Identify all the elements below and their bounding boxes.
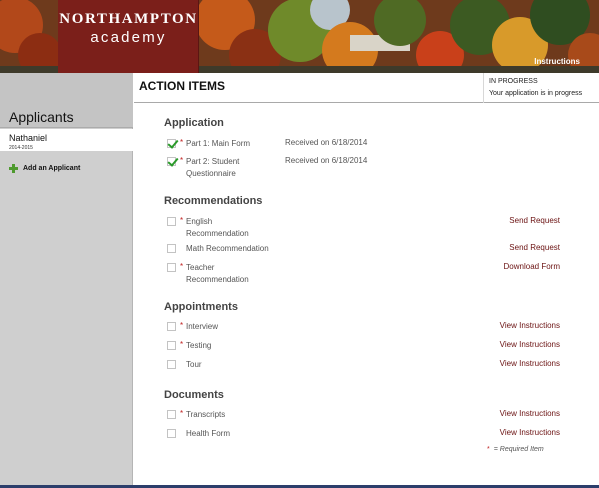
- view-instructions-link[interactable]: View Instructions: [500, 340, 560, 349]
- item-label: Testing: [186, 341, 212, 350]
- item-checkbox[interactable]: [167, 341, 176, 350]
- item-label-line2: Questionnaire: [186, 169, 236, 178]
- status-title: IN PROGRESS: [489, 78, 538, 85]
- main-header: ACTION ITEMS IN PROGRESS Your applicatio…: [134, 73, 599, 103]
- received-status: Received on 6/18/2014: [285, 138, 368, 147]
- required-marker: *: [180, 340, 184, 349]
- status-text: Your application is in progress: [489, 90, 583, 97]
- logo-text-top: NORTHAMPTON: [59, 11, 198, 27]
- view-instructions-link[interactable]: View Instructions: [500, 359, 560, 368]
- view-instructions-link[interactable]: View Instructions: [500, 409, 560, 418]
- required-marker: *: [180, 321, 184, 330]
- item-checkbox[interactable]: [167, 410, 176, 419]
- view-instructions-link[interactable]: View Instructions: [500, 428, 560, 437]
- sidebar-heading: Applicants: [0, 73, 133, 128]
- view-instructions-link[interactable]: View Instructions: [500, 321, 560, 330]
- legend-star: *: [487, 446, 490, 453]
- add-applicant-button[interactable]: Add an Applicant: [9, 162, 80, 174]
- item-checkbox[interactable]: [167, 322, 176, 331]
- applicant-item[interactable]: Nathaniel 2014-2015: [0, 129, 133, 151]
- add-applicant-label: Add an Applicant: [23, 164, 81, 172]
- item-label: Part 2: Student Questionnaire: [186, 156, 239, 180]
- applicant-name: Nathaniel: [9, 133, 48, 143]
- sidebar-heading-label: Applicants: [9, 109, 74, 125]
- required-marker: *: [180, 156, 184, 165]
- item-label: Math Recommendation: [186, 244, 269, 253]
- section-title-documents: Documents: [164, 389, 224, 401]
- check-icon[interactable]: [167, 157, 176, 166]
- item-label: English Recommendation: [186, 216, 249, 240]
- legend-text: = Required Item: [493, 446, 544, 453]
- item-checkbox[interactable]: [167, 360, 176, 369]
- received-status: Received on 6/18/2014: [285, 156, 368, 165]
- required-legend: * = Required Item: [487, 446, 544, 453]
- download-form-link[interactable]: Download Form: [504, 262, 560, 271]
- sidebar: Applicants Nathaniel 2014-2015 Add an Ap…: [0, 73, 133, 488]
- item-label: Interview: [186, 322, 219, 331]
- required-marker: *: [180, 409, 184, 418]
- item-checkbox[interactable]: [167, 263, 176, 272]
- section-title-recommendations: Recommendations: [164, 195, 263, 207]
- check-icon[interactable]: [167, 139, 176, 148]
- instructions-link[interactable]: Instructions: [534, 57, 580, 66]
- send-request-link[interactable]: Send Request: [509, 243, 560, 252]
- header-banner: NORTHAMPTON academy Instructions: [0, 0, 599, 73]
- required-marker: *: [180, 216, 184, 225]
- item-label-line1: English: [186, 217, 213, 226]
- item-label: Health Form: [186, 429, 231, 438]
- item-checkbox[interactable]: [167, 429, 176, 438]
- required-marker: *: [180, 138, 184, 147]
- plus-icon: [9, 163, 18, 173]
- section-title-application: Application: [164, 117, 224, 129]
- required-marker: *: [180, 262, 184, 271]
- item-label-line2: Recommendation: [186, 229, 249, 238]
- item-checkbox[interactable]: [167, 217, 176, 226]
- item-label: Tour: [186, 360, 202, 369]
- item-label: Transcripts: [186, 410, 226, 419]
- section-title-appointments: Appointments: [164, 301, 238, 313]
- applicant-year: 2014-2015: [9, 145, 33, 151]
- item-label-line1: Teacher: [186, 263, 215, 272]
- logo-text-bottom: academy: [90, 29, 167, 46]
- send-request-link[interactable]: Send Request: [509, 216, 560, 225]
- item-checkbox[interactable]: [167, 244, 176, 253]
- status-panel: IN PROGRESS Your application is in progr…: [483, 73, 599, 103]
- item-label: Part 1: Main Form: [186, 139, 251, 148]
- academy-logo[interactable]: NORTHAMPTON academy: [58, 0, 199, 73]
- page-title: ACTION ITEMS: [139, 79, 225, 93]
- item-label: Teacher Recommendation: [186, 262, 249, 286]
- item-label-line2: Recommendation: [186, 275, 249, 284]
- item-label-line1: Part 2: Student: [186, 157, 240, 166]
